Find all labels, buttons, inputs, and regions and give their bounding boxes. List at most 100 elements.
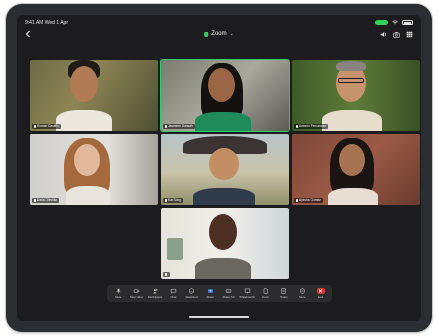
speaker-icon[interactable] [380,31,387,38]
more-icon [299,288,305,294]
ipad-frame: 9:41 AM Wed 1 Apr Zoom ⌄ Roman Castillo … [6,4,432,332]
microphone-icon [34,125,36,128]
status-time: 9:41 AM [25,19,44,26]
participant-face [209,214,237,250]
participant-face [74,144,100,176]
participant-name-tag [163,272,170,277]
video-tile-active-speaker[interactable]: Jasmeen Dansah [161,60,289,131]
background-shelf [167,238,183,260]
meeting-title-text: Zoom [211,31,227,37]
video-camera-icon [133,289,140,293]
chevron-left-icon [25,30,30,38]
more-button[interactable]: More [294,288,310,299]
participant-name-tag: Daria Oleshko [32,198,60,203]
chat-icon [170,288,177,294]
microphone-icon [165,199,167,202]
share-icon [207,289,213,293]
notes-icon [281,288,286,294]
mute-label: Mute [115,295,122,299]
share-button[interactable]: Share [202,288,218,299]
mute-button[interactable]: Mute [110,288,126,299]
status-bar: 9:41 AM Wed 1 Apr [25,18,413,27]
microphone-icon [165,125,167,128]
more-label: More [299,295,306,299]
whiteboards-button[interactable]: Whiteboards [239,288,255,299]
docs-button[interactable]: Docs [257,288,273,299]
participant-name-tag: Ayesha Gomez [294,198,323,203]
switch-camera-icon[interactable] [393,31,400,38]
video-gallery: Roman Castillo Jasmeen Dansah Antonio Fe… [30,60,420,279]
participant-shirt [322,110,382,131]
chevron-down-icon: ⌄ [229,31,234,37]
meeting-title[interactable]: Zoom ⌄ [204,31,234,37]
participant-name: Jasmeen Dansah [168,124,193,128]
microphone-icon [116,288,121,294]
participant-face [209,148,239,180]
end-meeting-button[interactable]: End [313,288,329,299]
microphone-icon [296,125,298,128]
glasses [338,78,364,83]
participant-name: Daria Oleshko [37,198,58,202]
participant-face [70,66,98,102]
video-tile[interactable]: Kai Song [161,134,289,205]
participants-button[interactable]: Participants [147,288,163,299]
shield-icon [204,31,209,37]
participant-name-tag: Antonio Fernandez [294,124,328,129]
end-label: End [318,295,324,299]
close-icon [318,289,323,293]
participant-name-tag: Roman Castillo [32,124,61,129]
camera-in-use-indicator [375,20,388,25]
meeting-header: Zoom ⌄ [17,27,421,41]
share-cc-button[interactable]: CC Share CC [221,288,237,299]
participant-hair [336,61,366,71]
chat-button[interactable]: Chat [165,288,181,299]
video-tile[interactable]: Daria Oleshko [30,134,158,205]
gallery-view-icon[interactable] [406,31,413,38]
participant-name-tag: Jasmeen Dansah [163,124,195,129]
wifi-icon [392,20,398,25]
participants-icon [152,289,158,294]
docs-label: Docs [262,295,269,299]
video-tile[interactable] [161,208,289,279]
participant-shirt [195,258,251,279]
notes-label: Notes [280,295,288,299]
notes-button[interactable]: Notes [276,288,292,299]
participants-label: Participants [147,295,163,299]
reaction-icon [189,288,195,294]
captions-icon: CC [226,289,232,293]
microphone-icon [296,199,298,202]
share-label: Share [206,295,214,299]
participant-name-tag: Kai Song [163,198,183,203]
participant-name: Ayesha Gomez [299,198,321,202]
participant-shirt [66,186,110,205]
docs-icon [263,288,268,294]
app-screen: 9:41 AM Wed 1 Apr Zoom ⌄ Roman Castillo … [17,15,421,321]
end-icon [316,288,325,294]
participant-name: Roman Castillo [37,124,59,128]
participant-shirt [56,110,112,131]
video-tile[interactable]: Roman Castillo [30,60,158,131]
back-button[interactable] [25,29,33,39]
reactions-label: Reactions [185,295,199,299]
whiteboard-icon [244,288,250,294]
reactions-button[interactable]: Reactions [184,288,200,299]
participant-shirt [195,112,251,131]
battery-icon [402,20,413,25]
microphone-icon [34,199,36,202]
participant-shirt [328,188,378,205]
participant-face [208,68,235,102]
participant-name: Antonio Fernandez [299,124,326,128]
whiteboards-label: Whiteboards [239,295,255,299]
participant-face [339,144,365,176]
chat-label: Chat [170,295,177,299]
participant-name: Kai Song [168,198,181,202]
stop-video-label: Stop video [130,295,144,299]
microphone-icon [165,273,167,276]
status-date: Wed 1 Apr [44,19,69,26]
video-tile[interactable]: Ayesha Gomez [292,134,420,205]
home-indicator[interactable] [189,316,249,318]
share-cc-label: Share CC [222,295,235,299]
participant-shirt [193,188,255,205]
video-tile[interactable]: Antonio Fernandez [292,60,420,131]
stop-video-button[interactable]: Stop video [129,288,145,299]
